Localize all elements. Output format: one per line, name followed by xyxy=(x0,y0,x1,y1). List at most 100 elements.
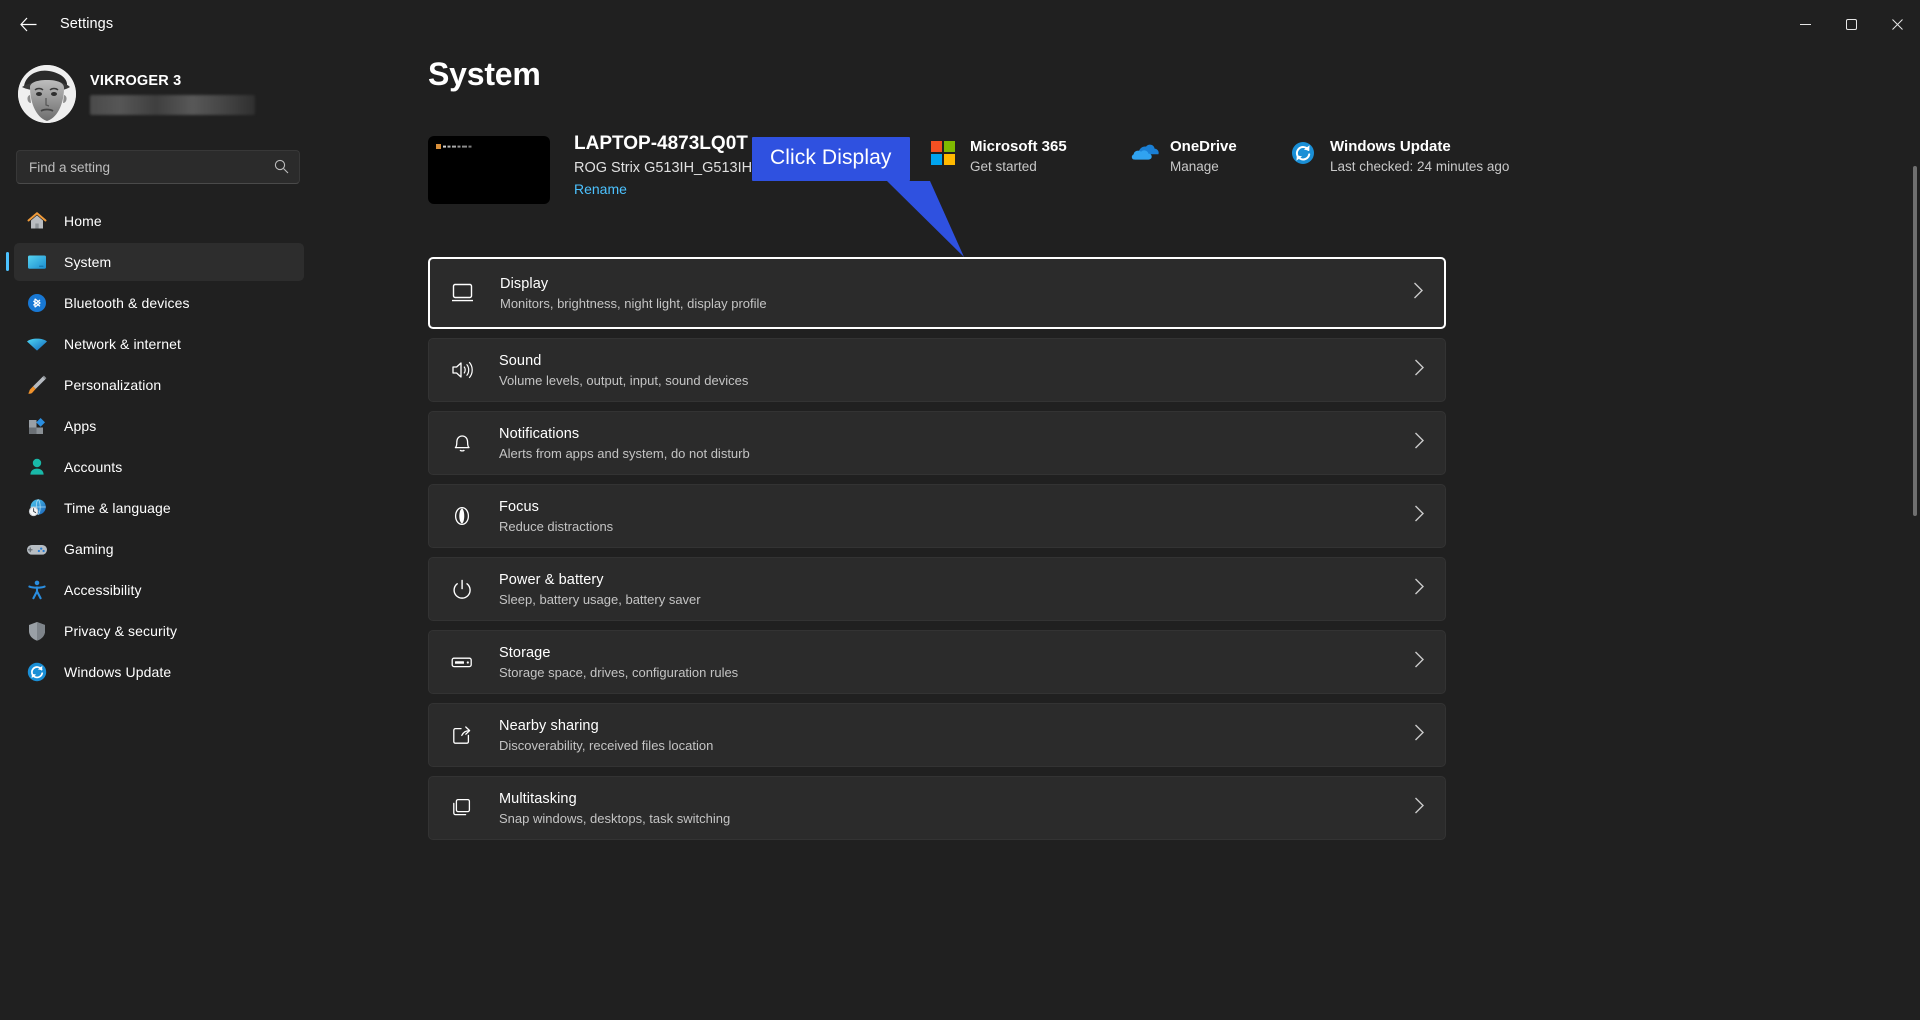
power-icon xyxy=(447,574,477,604)
sidebar-nav: Home System xyxy=(0,202,320,691)
account-block[interactable]: VIKROGER 3 xyxy=(0,48,320,126)
sidebar-item-label: Time & language xyxy=(64,500,171,516)
sidebar-item-label: Accounts xyxy=(64,459,122,475)
sidebar-item-bluetooth-devices[interactable]: Bluetooth & devices xyxy=(14,284,304,322)
sidebar-item-label: Gaming xyxy=(64,541,114,557)
maximize-icon xyxy=(1846,19,1857,30)
settings-row-subtitle: Snap windows, desktops, task switching xyxy=(499,811,1414,826)
maximize-button[interactable] xyxy=(1828,0,1874,48)
sidebar-item-gaming[interactable]: Gaming xyxy=(14,530,304,568)
back-arrow-icon xyxy=(20,17,37,32)
search-input[interactable] xyxy=(17,160,299,175)
shield-icon xyxy=(24,618,50,644)
settings-row-subtitle: Volume levels, output, input, sound devi… xyxy=(499,373,1414,388)
microsoft-logo-icon xyxy=(930,140,958,168)
settings-row-notifications[interactable]: Notifications Alerts from apps and syste… xyxy=(428,411,1446,475)
sidebar-item-privacy-security[interactable]: Privacy & security xyxy=(14,612,304,650)
settings-row-multitasking[interactable]: Multitasking Snap windows, desktops, tas… xyxy=(428,776,1446,840)
monitor-outline-icon xyxy=(448,278,478,308)
search-box[interactable] xyxy=(16,150,300,184)
update-icon xyxy=(24,659,50,685)
sidebar-item-windows-update[interactable]: Windows Update xyxy=(14,653,304,691)
bluetooth-icon xyxy=(24,290,50,316)
callout-text: Click Display xyxy=(752,137,910,181)
back-button[interactable] xyxy=(6,8,50,40)
chevron-right-icon xyxy=(1414,724,1425,746)
settings-row-title: Nearby sharing xyxy=(499,718,1414,734)
sidebar-item-label: Windows Update xyxy=(64,664,171,680)
main-content: System LAPTOP-4873LQ0T ROG xyxy=(320,48,1920,1020)
focus-moon-icon xyxy=(447,501,477,531)
sidebar-item-label: Accessibility xyxy=(64,582,142,598)
quick-links: Microsoft 365 Get started OneDrive Manag… xyxy=(930,138,1509,174)
sidebar-item-label: Bluetooth & devices xyxy=(64,295,190,311)
scrollbar-thumb[interactable] xyxy=(1913,166,1917,516)
gamepad-icon xyxy=(24,536,50,562)
multitasking-icon xyxy=(447,793,477,823)
quick-link-windows-update[interactable]: Windows Update Last checked: 24 minutes … xyxy=(1290,138,1509,174)
quick-link-subtitle: Manage xyxy=(1170,159,1237,174)
sidebar-item-accounts[interactable]: Accounts xyxy=(14,448,304,486)
chevron-right-icon xyxy=(1414,432,1425,454)
sidebar: VIKROGER 3 xyxy=(0,48,320,1020)
sidebar-item-system[interactable]: System xyxy=(14,243,304,281)
device-thumbnail-logo-icon xyxy=(436,144,478,150)
settings-row-title: Sound xyxy=(499,353,1414,369)
share-icon xyxy=(447,720,477,750)
settings-row-power-battery[interactable]: Power & battery Sleep, battery usage, ba… xyxy=(428,557,1446,621)
sidebar-item-label: Network & internet xyxy=(64,336,181,352)
quick-link-title: Windows Update xyxy=(1330,138,1509,155)
sidebar-item-network-internet[interactable]: Network & internet xyxy=(14,325,304,363)
avatar-photo-icon xyxy=(18,65,76,123)
quick-link-title: Microsoft 365 xyxy=(970,138,1067,155)
sidebar-item-apps[interactable]: Apps xyxy=(14,407,304,445)
search-icon xyxy=(274,159,289,179)
speaker-icon xyxy=(447,355,477,385)
person-icon xyxy=(24,454,50,480)
settings-row-sound[interactable]: Sound Volume levels, output, input, soun… xyxy=(428,338,1446,402)
storage-icon xyxy=(447,647,477,677)
minimize-button[interactable] xyxy=(1782,0,1828,48)
quick-link-subtitle: Get started xyxy=(970,159,1067,174)
close-button[interactable] xyxy=(1874,0,1920,48)
sidebar-item-label: Apps xyxy=(64,418,96,434)
apps-icon xyxy=(24,413,50,439)
settings-row-text: Multitasking Snap windows, desktops, tas… xyxy=(499,791,1414,826)
chevron-right-icon xyxy=(1413,282,1424,304)
settings-row-nearby-sharing[interactable]: Nearby sharing Discoverability, received… xyxy=(428,703,1446,767)
sidebar-item-accessibility[interactable]: Accessibility xyxy=(14,571,304,609)
quick-link-title: OneDrive xyxy=(1170,138,1237,155)
sidebar-item-time-language[interactable]: Time & language xyxy=(14,489,304,527)
device-thumbnail xyxy=(428,136,550,204)
settings-window: Settings xyxy=(0,0,1920,1020)
chevron-right-icon xyxy=(1414,359,1425,381)
settings-row-title: Focus xyxy=(499,499,1414,515)
paintbrush-icon xyxy=(24,372,50,398)
home-icon xyxy=(24,208,50,234)
quick-link-text: OneDrive Manage xyxy=(1170,138,1237,174)
rename-link[interactable]: Rename xyxy=(574,181,627,197)
quick-link-onedrive[interactable]: OneDrive Manage xyxy=(1130,138,1290,174)
search-wrapper xyxy=(0,126,320,184)
settings-row-title: Storage xyxy=(499,645,1414,661)
settings-row-text: Nearby sharing Discoverability, received… xyxy=(499,718,1414,753)
accessibility-icon xyxy=(24,577,50,603)
chevron-right-icon xyxy=(1414,651,1425,673)
callout-pointer-icon xyxy=(882,181,1082,291)
settings-row-subtitle: Monitors, brightness, night light, displ… xyxy=(500,296,1413,311)
quick-link-microsoft-365[interactable]: Microsoft 365 Get started xyxy=(930,138,1130,174)
minimize-icon xyxy=(1800,19,1811,30)
settings-row-title: Power & battery xyxy=(499,572,1414,588)
onedrive-icon xyxy=(1130,140,1158,168)
settings-row-text: Sound Volume levels, output, input, soun… xyxy=(499,353,1414,388)
globe-clock-icon xyxy=(24,495,50,521)
sidebar-item-home[interactable]: Home xyxy=(14,202,304,240)
sidebar-item-personalization[interactable]: Personalization xyxy=(14,366,304,404)
account-text: VIKROGER 3 xyxy=(90,73,255,115)
settings-row-text: Focus Reduce distractions xyxy=(499,499,1414,534)
settings-row-subtitle: Reduce distractions xyxy=(499,519,1414,534)
settings-row-focus[interactable]: Focus Reduce distractions xyxy=(428,484,1446,548)
settings-row-title: Multitasking xyxy=(499,791,1414,807)
settings-row-storage[interactable]: Storage Storage space, drives, configura… xyxy=(428,630,1446,694)
settings-row-title: Notifications xyxy=(499,426,1414,442)
